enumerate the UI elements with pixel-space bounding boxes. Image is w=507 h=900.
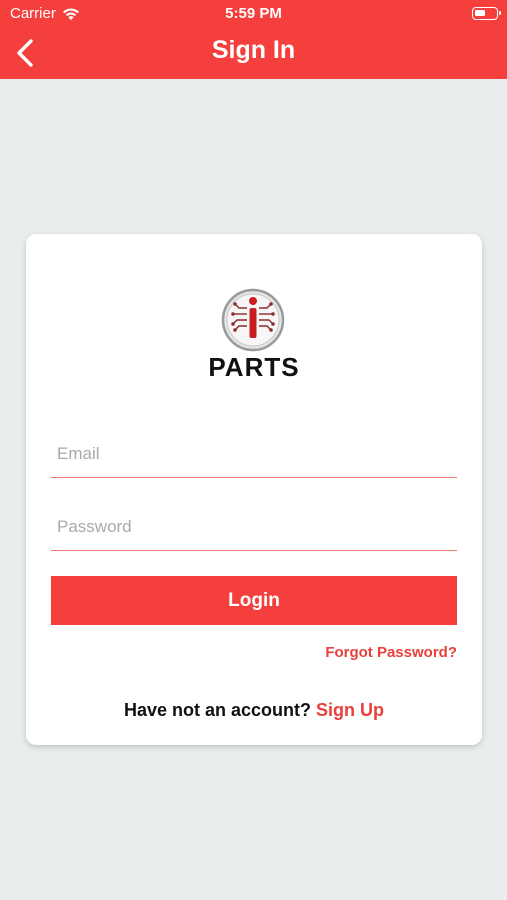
password-input[interactable] <box>51 503 457 550</box>
app-header: Carrier 5:59 PM Sign In <box>0 0 507 79</box>
battery-icon <box>472 7 501 20</box>
logo-text: PARTS <box>208 352 300 382</box>
signup-prompt: Have not an account? <box>123 700 311 720</box>
signup-row: Have not an account? Sign Up <box>26 700 482 721</box>
page-title: Sign In <box>211 36 296 64</box>
forgot-password-link[interactable]: Forgot Password? <box>325 644 457 661</box>
sign-in-card: PARTS Login Forgot Password? Have not an… <box>26 234 482 745</box>
navigation-bar: Sign In <box>0 28 507 79</box>
status-bar: Carrier 5:59 PM <box>0 0 507 28</box>
login-button[interactable]: Login <box>51 576 457 625</box>
app-logo: PARTS <box>26 286 482 382</box>
password-field <box>51 503 457 551</box>
sign-up-link[interactable]: Sign Up <box>316 700 384 720</box>
email-field <box>51 430 457 478</box>
circuit-i-logo-icon <box>221 288 285 352</box>
email-input[interactable] <box>51 430 457 477</box>
status-time: 5:59 PM <box>225 5 282 22</box>
